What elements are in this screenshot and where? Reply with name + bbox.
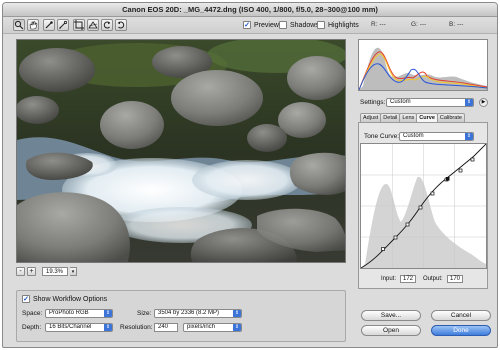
resolution-unit-select[interactable]: pixels/inch ⇕ — [183, 323, 242, 332]
zoom-out-button[interactable]: - — [16, 267, 25, 276]
zoom-dropdown-icon[interactable]: ▾ — [70, 267, 77, 276]
open-button[interactable]: Open — [361, 325, 421, 336]
settings-select-arrow-icon: ⇕ — [465, 99, 473, 106]
depth-select[interactable]: 16 Bits/Channel ⇕ — [45, 323, 113, 332]
eyedropper-icon[interactable] — [43, 19, 55, 31]
space-label: Space: — [22, 310, 43, 317]
highlights-checkbox[interactable]: Highlights — [317, 21, 359, 29]
window-title: Canon EOS 20D: _MG_4472.dng (ISO 400, 1/… — [122, 5, 378, 14]
preview-label: Preview — [254, 21, 279, 29]
curve-point-3[interactable] — [405, 222, 410, 227]
output-label: Output: — [423, 276, 443, 282]
curve-point-4[interactable] — [418, 205, 423, 210]
highlights-check-box — [317, 21, 325, 29]
shadows-checkbox[interactable]: Shadows — [279, 21, 319, 29]
size-value: 3504 by 2336 (8.2 MP) — [158, 310, 220, 316]
r-value: --- — [379, 21, 386, 28]
crop-icon[interactable] — [73, 19, 85, 31]
show-workflow-check-icon: ✓ — [22, 295, 30, 303]
resolution-value: 240 — [158, 324, 169, 330]
done-button[interactable]: Done — [431, 325, 491, 336]
cancel-button[interactable]: Cancel — [431, 310, 491, 321]
rgb-readout-r: R: --- — [371, 21, 386, 28]
hand-tool-icon[interactable] — [27, 19, 39, 31]
input-label: Input: — [381, 276, 397, 282]
zoom-level-field[interactable]: 19.3% — [42, 267, 68, 276]
tab-curve[interactable]: Curve — [416, 113, 438, 122]
rotate-right-icon[interactable] — [115, 19, 127, 31]
camera-raw-window: Canon EOS 20D: _MG_4472.dng (ISO 400, 1/… — [2, 2, 498, 348]
resolution-unit-arrow-icon: ⇕ — [233, 324, 241, 331]
settings-row: Settings: Custom ⇕ ▶ — [360, 98, 490, 108]
preview-check-icon: ✓ — [243, 21, 251, 29]
curve-point-2[interactable] — [393, 235, 398, 240]
tone-curve-arrow-icon: ⇕ — [465, 133, 473, 140]
rgb-readout-g: G: --- — [411, 21, 426, 28]
straighten-icon[interactable] — [87, 19, 99, 31]
size-label: Size: — [137, 310, 152, 317]
resolution-label: Resolution: — [120, 324, 153, 331]
curve-point-1[interactable] — [381, 247, 385, 251]
resolution-unit-value: pixels/inch — [187, 324, 216, 330]
settings-value: Custom — [390, 99, 411, 105]
rgb-readout-b: B: --- — [449, 21, 463, 28]
curve-graph[interactable] — [360, 143, 487, 269]
zoom-tool-icon[interactable] — [13, 19, 25, 31]
depth-value: 16 Bits/Channel — [49, 324, 92, 330]
curve-point-7[interactable] — [458, 168, 463, 173]
settings-menu-icon[interactable]: ▶ — [479, 98, 488, 107]
r-label: R: — [371, 21, 378, 28]
shadows-label: Shadows — [290, 21, 319, 29]
zoom-in-button[interactable]: + — [27, 267, 36, 276]
tone-curve-label: Tone Curve: — [364, 133, 400, 140]
size-select-arrow-icon: ⇕ — [233, 310, 241, 317]
tab-adjust[interactable]: Adjust — [360, 113, 382, 122]
zoom-controls: - + 19.3% ▾ — [16, 266, 77, 277]
g-value: --- — [419, 21, 427, 28]
b-label: B: — [449, 21, 456, 28]
g-label: G: — [411, 21, 418, 28]
settings-select[interactable]: Custom ⇕ — [386, 98, 474, 107]
curve-point-selected[interactable] — [446, 177, 450, 181]
histogram — [358, 39, 488, 91]
highlights-label: Highlights — [328, 21, 359, 29]
settings-label: Settings: — [360, 99, 386, 106]
tab-calibrate[interactable]: Calibrate — [436, 113, 465, 122]
tone-curve-select[interactable]: Custom ⇕ — [399, 132, 474, 141]
shadows-check-box — [279, 21, 287, 29]
preview-checkbox[interactable]: ✓ Preview — [243, 21, 279, 29]
space-select-arrow-icon: ⇕ — [104, 310, 112, 317]
size-select[interactable]: 3504 by 2336 (8.2 MP) ⇕ — [154, 309, 242, 318]
resolution-field[interactable]: 240 — [154, 323, 178, 332]
curve-point-8[interactable] — [470, 157, 475, 162]
b-value: --- — [456, 21, 464, 28]
depth-select-arrow-icon: ⇕ — [104, 324, 112, 331]
space-select[interactable]: ProPhoto RGB ⇕ — [45, 309, 113, 318]
output-field[interactable]: 170 — [447, 275, 463, 283]
image-preview[interactable] — [16, 39, 346, 263]
panel-tabs: Adjust Detail Lens Curve Calibrate — [360, 113, 486, 122]
space-value: ProPhoto RGB — [49, 310, 89, 316]
save-button[interactable]: Save... — [361, 310, 421, 321]
depth-label: Depth: — [22, 324, 42, 331]
rotate-left-icon[interactable] — [101, 19, 113, 31]
tab-lens[interactable]: Lens — [399, 113, 418, 122]
show-workflow-label: Show Workflow Options — [33, 295, 108, 303]
input-field[interactable]: 172 — [400, 275, 416, 283]
show-workflow-checkbox[interactable]: ✓ Show Workflow Options — [22, 295, 107, 303]
workflow-options-panel: ✓ Show Workflow Options Space: ProPhoto … — [16, 290, 346, 342]
title-bar: Canon EOS 20D: _MG_4472.dng (ISO 400, 1/… — [3, 3, 497, 17]
tab-detail[interactable]: Detail — [380, 113, 401, 122]
toolbar: ✓ Preview Shadows Highlights R: --- G: -… — [3, 17, 497, 34]
color-sampler-icon[interactable] — [57, 19, 69, 31]
curve-point-5[interactable] — [430, 191, 435, 196]
tone-curve-value: Custom — [403, 133, 424, 139]
